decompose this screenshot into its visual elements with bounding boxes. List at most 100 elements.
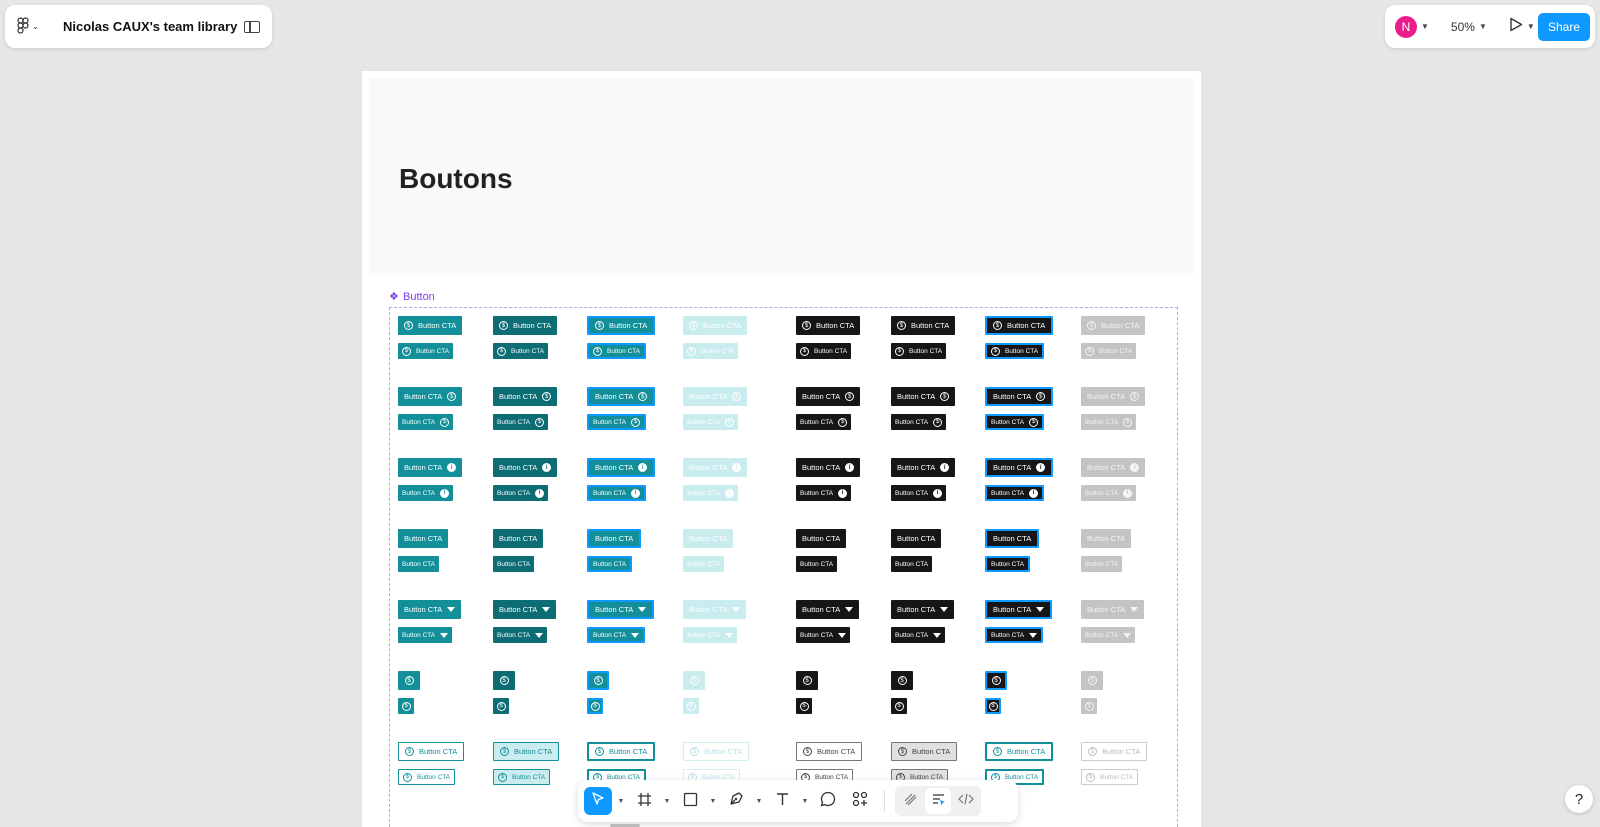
chevron-down-icon[interactable]: ▼ xyxy=(1479,22,1487,31)
button-cta-variant[interactable]: Button CTA $ xyxy=(398,414,454,430)
button-cta-variant[interactable]: $ Button CTA xyxy=(985,316,1054,335)
button-cta-variant[interactable]: Button CTA i xyxy=(398,485,454,501)
button-cta-variant[interactable]: Button CTA xyxy=(587,529,642,548)
button-cta-variant[interactable]: Button CTA xyxy=(398,600,462,619)
button-cta-variant[interactable]: Button CTA $ xyxy=(891,414,947,430)
team-library-title[interactable]: Nicolas CAUX's team library xyxy=(63,19,244,34)
button-cta-variant[interactable]: Button CTA $ xyxy=(493,414,549,430)
sidebar-toggle-icon[interactable] xyxy=(244,20,260,33)
button-cta-variant[interactable]: $ xyxy=(493,671,515,690)
button-cta-variant[interactable]: Button CTA $ xyxy=(985,387,1054,406)
button-cta-variant[interactable]: Button CTA xyxy=(985,600,1053,619)
design-mode-button[interactable] xyxy=(925,788,951,814)
button-cta-variant[interactable]: $ Button CTA xyxy=(1081,316,1146,335)
button-cta-variant[interactable]: $ Button CTA xyxy=(891,343,947,359)
button-cta-variant[interactable]: Button CTA xyxy=(796,627,851,643)
button-cta-variant[interactable]: $ Button CTA xyxy=(891,742,958,761)
button-cta-variant[interactable]: $ Button CTA xyxy=(683,343,739,359)
button-cta-variant[interactable]: Button CTA $ xyxy=(891,387,956,406)
button-cta-variant[interactable]: Button CTA $ xyxy=(796,387,861,406)
button-cta-variant[interactable]: Button CTA xyxy=(891,627,946,643)
chevron-down-icon[interactable]: ▼ xyxy=(616,798,626,805)
button-cta-variant[interactable]: $ Button CTA xyxy=(587,343,647,359)
button-cta-variant[interactable]: Button CTA xyxy=(683,529,734,548)
button-cta-variant[interactable]: Button CTA $ xyxy=(398,387,463,406)
button-cta-variant[interactable]: Button CTA $ xyxy=(1081,387,1146,406)
button-cta-variant[interactable]: Button CTA i xyxy=(683,485,739,501)
button-cta-variant[interactable]: Button CTA i xyxy=(891,458,956,477)
button-cta-variant[interactable]: $ xyxy=(398,671,420,690)
help-button[interactable]: ? xyxy=(1565,785,1593,813)
button-cta-variant[interactable]: $ Button CTA xyxy=(796,316,861,335)
button-variants-grid[interactable]: $ Button CTA $ Button CTA $ Button CTA $ Button… xyxy=(389,307,1178,827)
button-cta-variant[interactable]: Button CTA $ xyxy=(493,387,558,406)
button-cta-variant[interactable]: $ xyxy=(796,698,812,714)
button-cta-variant[interactable]: Button CTA i xyxy=(985,458,1054,477)
comment-tool-button[interactable] xyxy=(814,787,842,815)
chevron-down-icon[interactable]: ▼ xyxy=(1527,22,1535,31)
button-cta-variant[interactable]: $ Button CTA xyxy=(796,742,863,761)
button-cta-variant[interactable]: $ Button CTA xyxy=(1081,769,1139,785)
button-cta-variant[interactable]: Button CTA xyxy=(796,529,847,548)
figma-menu-button[interactable]: ⌄ xyxy=(17,16,47,37)
button-cta-variant[interactable]: Button CTA xyxy=(493,556,535,572)
button-cta-variant[interactable]: Button CTA i xyxy=(398,458,463,477)
button-cta-variant[interactable]: Button CTA $ xyxy=(1081,414,1137,430)
button-cta-variant[interactable]: Button CTA xyxy=(796,556,838,572)
move-tool-button[interactable] xyxy=(584,787,612,815)
button-cta-variant[interactable]: $ Button CTA xyxy=(683,316,748,335)
button-cta-variant[interactable]: $ xyxy=(796,671,818,690)
button-cta-variant[interactable]: Button CTA xyxy=(398,556,440,572)
canvas-frame[interactable]: Boutons Button $Button CTA$Button CTA$Bu… xyxy=(362,71,1201,827)
chevron-down-icon[interactable]: ▼ xyxy=(1421,22,1429,31)
button-cta-variant[interactable]: Button CTA i xyxy=(796,485,852,501)
button-cta-variant[interactable]: Button CTA $ xyxy=(796,414,852,430)
button-cta-variant[interactable]: $ Button CTA xyxy=(493,316,558,335)
rectangle-tool-button[interactable] xyxy=(676,787,704,815)
button-cta-variant[interactable]: Button CTA xyxy=(587,556,633,572)
draw-mode-button[interactable] xyxy=(897,788,923,814)
button-cta-variant[interactable]: Button CTA i xyxy=(683,458,748,477)
button-cta-variant[interactable]: Button CTA xyxy=(587,600,655,619)
button-cta-variant[interactable]: Button CTA $ xyxy=(587,414,647,430)
button-cta-variant[interactable]: $ Button CTA xyxy=(683,742,750,761)
chevron-down-icon[interactable]: ▼ xyxy=(662,798,672,805)
button-cta-variant[interactable]: $ Button CTA xyxy=(493,769,551,785)
button-cta-variant[interactable]: $ Button CTA xyxy=(796,343,852,359)
button-cta-variant[interactable]: $ Button CTA xyxy=(493,742,560,761)
button-cta-variant[interactable]: Button CTA xyxy=(891,529,942,548)
button-cta-variant[interactable]: $ Button CTA xyxy=(1081,742,1148,761)
button-cta-variant[interactable]: Button CTA xyxy=(683,600,747,619)
button-cta-variant[interactable]: $ xyxy=(1081,698,1097,714)
button-cta-variant[interactable]: Button CTA i xyxy=(587,485,647,501)
share-button[interactable]: Share xyxy=(1537,12,1590,41)
button-cta-variant[interactable]: Button CTA i xyxy=(985,485,1045,501)
chevron-down-icon[interactable]: ▼ xyxy=(708,798,718,805)
button-cta-variant[interactable]: $ Button CTA xyxy=(587,742,656,761)
component-set-label[interactable]: Button xyxy=(389,290,435,304)
button-cta-variant[interactable]: $ Button CTA xyxy=(985,742,1054,761)
button-cta-variant[interactable]: Button CTA xyxy=(587,627,646,643)
button-cta-variant[interactable]: Button CTA $ xyxy=(683,414,739,430)
button-cta-variant[interactable]: Button CTA i xyxy=(587,458,656,477)
button-cta-variant[interactable]: $ Button CTA xyxy=(587,316,656,335)
button-cta-variant[interactable]: Button CTA xyxy=(493,600,557,619)
button-cta-variant[interactable]: Button CTA xyxy=(1081,529,1132,548)
button-cta-variant[interactable]: Button CTA i xyxy=(1081,485,1137,501)
button-cta-variant[interactable]: $ xyxy=(493,698,509,714)
button-cta-variant[interactable]: Button CTA xyxy=(985,556,1031,572)
zoom-level[interactable]: 50% xyxy=(1451,20,1475,34)
button-cta-variant[interactable]: Button CTA xyxy=(985,529,1040,548)
text-tool-button[interactable] xyxy=(768,787,796,815)
button-cta-variant[interactable]: Button CTA xyxy=(891,600,955,619)
button-cta-variant[interactable]: Button CTA xyxy=(683,627,738,643)
button-cta-variant[interactable]: $ xyxy=(587,698,603,714)
button-cta-variant[interactable]: $ Button CTA xyxy=(493,343,549,359)
button-cta-variant[interactable]: Button CTA xyxy=(493,627,548,643)
button-cta-variant[interactable]: Button CTA $ xyxy=(985,414,1045,430)
button-cta-variant[interactable]: $ Button CTA xyxy=(891,316,956,335)
components-tool-button[interactable] xyxy=(846,787,874,815)
button-cta-variant[interactable]: $ xyxy=(398,698,414,714)
pen-tool-button[interactable] xyxy=(722,787,750,815)
button-cta-variant[interactable]: Button CTA xyxy=(398,529,449,548)
